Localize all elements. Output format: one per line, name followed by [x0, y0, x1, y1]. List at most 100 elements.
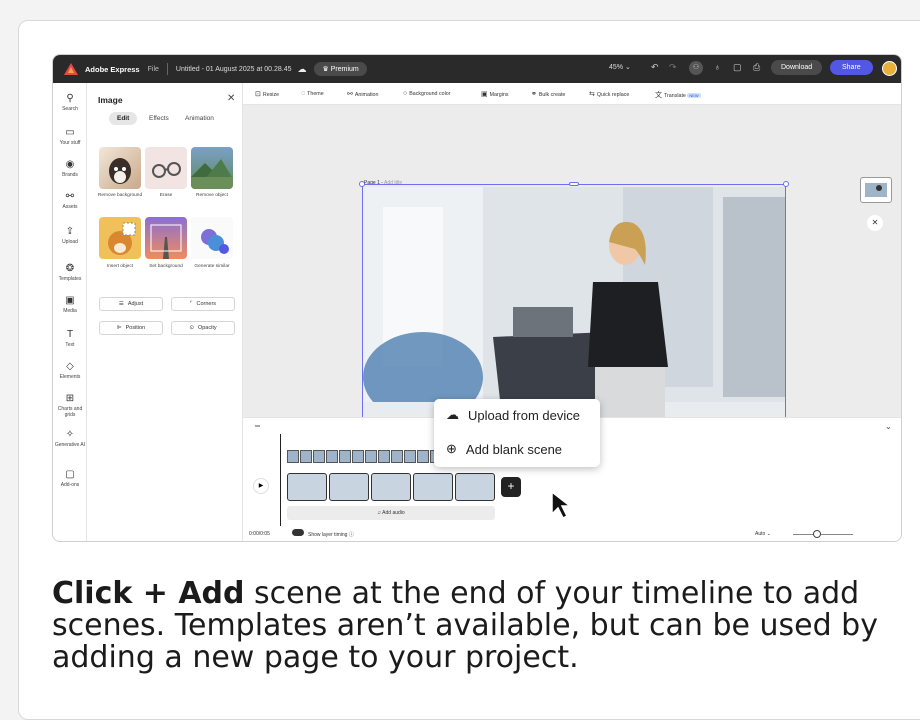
rail-label: Add-ons — [60, 482, 80, 488]
opacity-button[interactable]: ⊙ Opacity — [171, 321, 235, 335]
rail-label: Assets — [62, 204, 78, 210]
quick-replace-tool[interactable]: ⇆ Quick replace — [589, 90, 629, 98]
layer-timing-toggle[interactable] — [292, 529, 304, 536]
scene-thumbnail[interactable] — [455, 473, 495, 501]
info-icon[interactable]: ⓘ — [349, 532, 354, 538]
headphones-icon — [201, 229, 229, 254]
generative-ai-icon: ✧ — [65, 429, 75, 440]
theme-tool[interactable]: ◌ Theme — [301, 90, 324, 97]
add-blank-scene-item[interactable]: ⊕ Add blank scene — [446, 441, 562, 457]
close-icon[interactable]: ✕ — [227, 93, 235, 104]
rail-upload[interactable]: ⇪ Upload — [53, 226, 87, 245]
tab-animation[interactable]: Animation — [177, 112, 222, 125]
rail-label: Generative AI — [54, 442, 86, 448]
slider-knob[interactable] — [813, 530, 821, 538]
add-audio-button[interactable]: ♫ Add audio — [287, 506, 495, 520]
scene-strip[interactable] — [287, 473, 495, 501]
rail-text[interactable]: T Text — [53, 329, 87, 348]
app-name: Adobe Express — [85, 64, 140, 74]
margins-tool[interactable]: ▣ Margins — [481, 90, 508, 98]
rail-label: Your stuff — [59, 140, 81, 146]
document-title[interactable]: Untitled - 01 August 2025 at 00.28.45 — [176, 66, 292, 73]
erase-tile[interactable] — [145, 147, 187, 189]
glasses-icon — [152, 162, 181, 178]
canvas-area[interactable]: Page 1 - Add title ✕ — [243, 105, 901, 451]
folder-icon: ▭ — [65, 127, 75, 138]
set-background-tile[interactable] — [145, 217, 187, 259]
rail-media[interactable]: ▣ Media — [53, 295, 87, 314]
undo-icon[interactable]: ↶ — [651, 62, 659, 73]
caption-bold: Click + Add — [52, 576, 245, 611]
cursor-icon — [550, 490, 576, 525]
redo-icon[interactable]: ↷ — [669, 62, 677, 73]
tool-label: Background color — [409, 91, 451, 97]
tool-label: Theme — [307, 91, 324, 97]
tab-edit[interactable]: Edit — [109, 112, 138, 125]
share-button[interactable]: Share — [830, 60, 873, 75]
remove-background-tile[interactable] — [99, 147, 141, 189]
add-scene-button[interactable]: + — [501, 477, 521, 497]
zoom-control[interactable]: 45% ⌄ — [609, 63, 631, 71]
zoom-dropdown[interactable]: Auto ⌄ — [755, 531, 771, 537]
landscape-icon — [191, 159, 233, 189]
close-icon[interactable]: ✕ — [867, 215, 883, 231]
premium-label: Premium — [330, 66, 359, 73]
lightbulb-icon[interactable]: ♁ — [714, 62, 721, 72]
download-button[interactable]: Download — [771, 60, 823, 75]
adobe-logo-icon[interactable] — [63, 62, 79, 76]
insert-object-tile[interactable] — [99, 217, 141, 259]
collaborate-icon[interactable]: ⚇ — [689, 61, 703, 75]
generate-similar-tile[interactable] — [191, 217, 233, 259]
play-button[interactable]: ▶ — [253, 478, 269, 494]
new-badge: NEW — [687, 93, 701, 98]
scene-thumbnail[interactable] — [413, 473, 453, 501]
timeline-zoom-slider[interactable] — [793, 534, 853, 535]
remove-object-tile[interactable] — [191, 147, 233, 189]
rail-add-ons[interactable]: ▢ Add-ons — [53, 469, 87, 488]
print-icon[interactable]: ⎙ — [753, 62, 760, 73]
theme-icon: ◌ — [301, 90, 306, 97]
thumbnail-image-icon — [865, 183, 887, 197]
upload-from-device-item[interactable]: ☁ Upload from device — [446, 407, 580, 423]
rail-charts[interactable]: ⊞ Charts and grids — [53, 393, 87, 418]
chevron-down-icon[interactable]: ⌄ — [885, 422, 892, 431]
layer-track[interactable] — [287, 450, 442, 463]
resize-tool[interactable]: ⊡ Resize — [255, 90, 279, 98]
cloud-upload-icon: ☁ — [446, 407, 459, 422]
rail-label: Elements — [59, 374, 81, 380]
position-button[interactable]: ⊫ Position — [99, 321, 163, 335]
rail-label: Charts and grids — [57, 406, 83, 418]
tile-label: Erase — [159, 193, 173, 198]
rail-elements[interactable]: ◇ Elements — [53, 361, 87, 380]
scene-thumbnail[interactable] — [371, 473, 411, 501]
adobe-express-app: Adobe Express File Untitled - 01 August … — [52, 54, 902, 542]
rail-assets[interactable]: ⚯ Assets — [53, 191, 87, 210]
avatar[interactable] — [882, 61, 897, 76]
resize-handle[interactable] — [783, 181, 789, 187]
position-label: Position — [125, 325, 146, 331]
background-color-tool[interactable]: ○ Background color — [403, 90, 450, 97]
rail-templates[interactable]: ❂ Templates — [53, 263, 87, 282]
page-thumbnail[interactable] — [860, 177, 892, 203]
scene-thumbnail[interactable] — [329, 473, 369, 501]
scene-thumbnail[interactable] — [287, 473, 327, 501]
rail-your-stuff[interactable]: ▭ Your stuff — [53, 127, 87, 146]
rail-brands[interactable]: ◉ Brands — [53, 159, 87, 178]
premium-button[interactable]: ♛ Premium — [314, 62, 367, 76]
file-menu[interactable]: File — [148, 66, 159, 73]
bulk-create-tool[interactable]: ⚭ Bulk create — [531, 90, 565, 98]
translate-tool[interactable]: 文 Translate NEW — [655, 90, 701, 100]
drag-handle-icon[interactable]: ═ — [255, 423, 260, 430]
resize-handle[interactable] — [359, 181, 365, 187]
corners-button[interactable]: ⌜ Corners — [171, 297, 235, 311]
playhead[interactable] — [280, 434, 281, 526]
comment-icon[interactable]: ▢ — [733, 62, 742, 73]
rail-generative-ai[interactable]: ✧ Generative AI — [53, 429, 87, 448]
animation-tool[interactable]: ⚯ Animation — [347, 90, 378, 98]
rail-search[interactable]: ⚲ Search — [53, 93, 87, 112]
brand-icon: ◉ — [65, 159, 75, 170]
cloud-icon[interactable]: ☁ — [297, 64, 306, 75]
resize-handle[interactable] — [569, 182, 579, 186]
tab-effects[interactable]: Effects — [141, 112, 177, 125]
adjust-button[interactable]: ☰ Adjust — [99, 297, 163, 311]
